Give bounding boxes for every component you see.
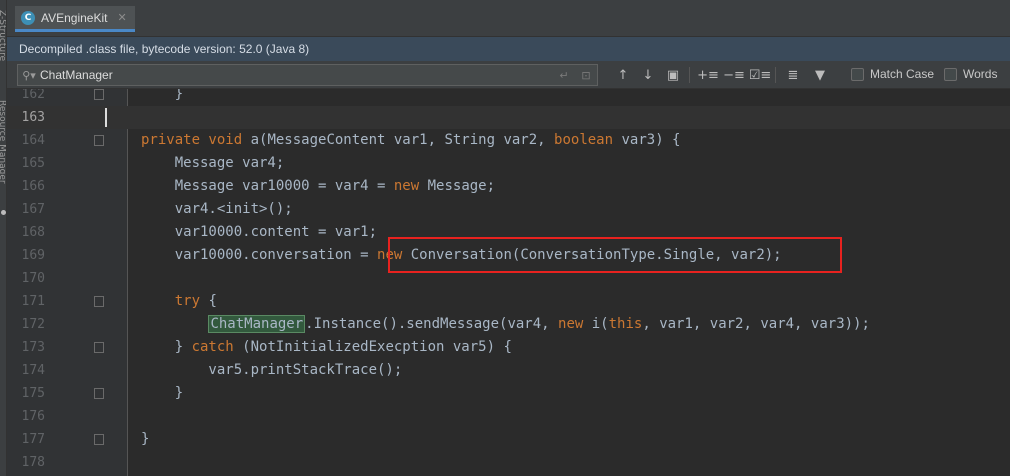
tab-label: AVEngineKit: [41, 10, 108, 25]
search-input[interactable]: [40, 68, 553, 82]
code-line-176[interactable]: 176: [7, 405, 1010, 428]
code-line-166[interactable]: 166 Message var10000 = var4 = new Messag…: [7, 175, 1010, 198]
find-bar: ⚲▾ ↵ ⊡ ↑ ↓ ▣ +≡ −≡ ☑≡ ≣ ▼ Match Case Wor…: [7, 61, 1010, 89]
arrow-down-icon[interactable]: ↓: [638, 65, 658, 85]
code-line-172[interactable]: 172 ChatManager .Instance().sendMessage(v…: [7, 313, 1010, 336]
code-line-178[interactable]: 178: [7, 451, 1010, 474]
show-filter-popup-icon[interactable]: ≣: [783, 65, 803, 85]
words-checkbox[interactable]: Words: [944, 67, 997, 81]
left-tool-strip: Z-Structure Resource Manager: [0, 0, 7, 476]
add-occurrence-icon[interactable]: +≡: [697, 65, 719, 85]
words-label: Words: [963, 67, 998, 81]
fold-icon[interactable]: [94, 434, 104, 445]
tab-avenginekit[interactable]: C AVEngineKit ✕: [15, 6, 135, 32]
fold-icon[interactable]: [94, 135, 104, 146]
annotation-red-box: [388, 237, 842, 273]
new-line-icon[interactable]: ↵: [553, 69, 575, 82]
match-case-checkbox[interactable]: Match Case: [851, 67, 934, 81]
tool-dot-icon: [1, 210, 6, 215]
arrow-up-icon[interactable]: ↑: [613, 65, 633, 85]
code-line-171[interactable]: 171 try {: [7, 290, 1010, 313]
code-line-167[interactable]: 167 var4.<init>();: [7, 198, 1010, 221]
code-line-162[interactable]: 162 }: [7, 89, 1010, 106]
code-line-174[interactable]: 174 var5.printStackTrace();: [7, 359, 1010, 382]
close-icon[interactable]: ✕: [118, 11, 127, 24]
tool-window-label[interactable]: Z-Structure: [0, 10, 6, 70]
search-box[interactable]: ⚲▾ ↵ ⊡: [17, 64, 598, 86]
class-c-icon: C: [21, 10, 35, 25]
open-in-window-icon[interactable]: ▣: [663, 65, 683, 85]
code-line-173[interactable]: 173 } catch (NotInitializedExecption var…: [7, 336, 1010, 359]
fold-icon[interactable]: [94, 388, 104, 399]
code-line-165[interactable]: 165 Message var4;: [7, 152, 1010, 175]
editor-tab-bar: C AVEngineKit ✕: [7, 0, 1010, 37]
code-line-164[interactable]: 164 private void a(MessageContent var1, …: [7, 129, 1010, 152]
search-match-highlight: ChatManager: [208, 315, 306, 333]
resource-manager-tab[interactable]: Resource Manager: [0, 100, 6, 220]
banner-text: Decompiled .class file, bytecode version…: [19, 42, 310, 56]
search-icon[interactable]: ⚲▾: [18, 69, 40, 82]
match-case-label: Match Case: [870, 67, 935, 81]
fold-icon[interactable]: [94, 89, 104, 100]
decompiled-banner: Decompiled .class file, bytecode version…: [7, 37, 1010, 61]
remove-occurrence-icon[interactable]: −≡: [723, 65, 745, 85]
clear-icon[interactable]: ⊡: [575, 69, 597, 82]
text-caret: [105, 108, 107, 127]
select-all-occurrences-icon[interactable]: ☑≡: [749, 65, 772, 85]
code-line-163[interactable]: 163: [7, 106, 1010, 129]
fold-icon[interactable]: [94, 296, 104, 307]
code-editor[interactable]: 162 } 163 164 private void a(MessageCont…: [7, 89, 1010, 476]
code-line-177[interactable]: 177 }: [7, 428, 1010, 451]
code-line-175[interactable]: 175 }: [7, 382, 1010, 405]
fold-icon[interactable]: [94, 342, 104, 353]
filter-icon[interactable]: ▼: [810, 65, 830, 85]
